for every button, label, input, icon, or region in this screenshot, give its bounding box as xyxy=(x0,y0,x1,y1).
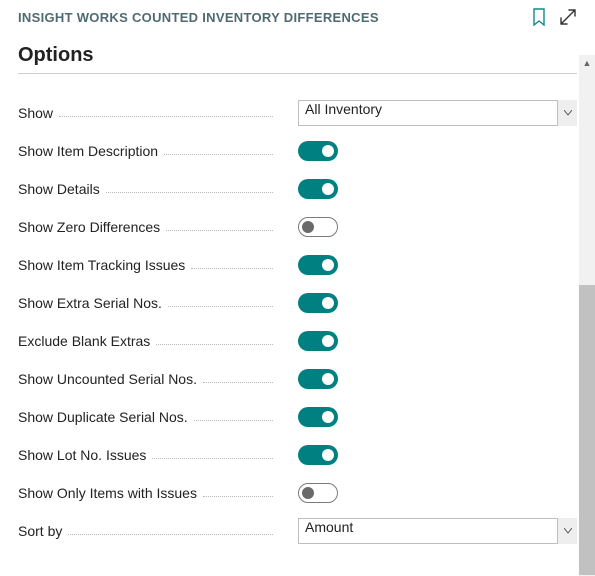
bookmark-icon[interactable] xyxy=(531,8,547,26)
row-show-details: Show Details xyxy=(18,170,577,208)
leader-dots xyxy=(152,458,273,459)
label-show-item-tracking-issues: Show Item Tracking Issues xyxy=(18,257,273,273)
leader-dots xyxy=(168,306,273,307)
toggle-show-only-items-with-issues[interactable] xyxy=(298,483,338,503)
leader-dots xyxy=(203,382,273,383)
row-sort-by: Sort by Amount xyxy=(18,512,577,550)
toggle-show-item-tracking-issues[interactable] xyxy=(298,255,338,275)
label-show-duplicate-serial-nos: Show Duplicate Serial Nos. xyxy=(18,409,273,425)
label-show-details: Show Details xyxy=(18,181,273,197)
leader-dots xyxy=(203,496,273,497)
toggle-exclude-blank-extras[interactable] xyxy=(298,331,338,351)
vertical-scrollbar[interactable]: ▲ xyxy=(579,55,595,576)
row-show-uncounted-serial-nos: Show Uncounted Serial Nos. xyxy=(18,360,577,398)
leader-dots xyxy=(68,534,273,535)
sort-by-select[interactable]: Amount xyxy=(298,518,577,544)
label-show-zero-differences: Show Zero Differences xyxy=(18,219,273,235)
toggle-show-item-description[interactable] xyxy=(298,141,338,161)
scrollbar-thumb[interactable] xyxy=(579,285,595,575)
leader-dots xyxy=(164,154,273,155)
page-title: INSIGHT WORKS COUNTED INVENTORY DIFFEREN… xyxy=(18,10,379,25)
show-select[interactable]: All Inventory xyxy=(298,100,577,126)
leader-dots xyxy=(194,420,273,421)
control-show: All Inventory xyxy=(273,100,577,126)
row-show-duplicate-serial-nos: Show Duplicate Serial Nos. xyxy=(18,398,577,436)
toggle-show-zero-differences[interactable] xyxy=(298,217,338,237)
row-show-only-items-with-issues: Show Only Items with Issues xyxy=(18,474,577,512)
row-show-item-description: Show Item Description xyxy=(18,132,577,170)
toggle-show-uncounted-serial-nos[interactable] xyxy=(298,369,338,389)
row-show: Show All Inventory xyxy=(18,94,577,132)
section-title-options: Options xyxy=(18,44,577,74)
label-show-only-items-with-issues: Show Only Items with Issues xyxy=(18,485,273,501)
control-sort-by: Amount xyxy=(273,518,577,544)
leader-dots xyxy=(166,230,273,231)
scroll-up-icon[interactable]: ▲ xyxy=(579,55,595,71)
leader-dots xyxy=(156,344,273,345)
leader-dots xyxy=(59,116,273,117)
row-show-item-tracking-issues: Show Item Tracking Issues xyxy=(18,246,577,284)
row-show-zero-differences: Show Zero Differences xyxy=(18,208,577,246)
expand-icon[interactable] xyxy=(559,8,577,26)
options-table: Show All Inventory Show Item Description… xyxy=(18,94,577,550)
row-exclude-blank-extras: Exclude Blank Extras xyxy=(18,322,577,360)
leader-dots xyxy=(191,268,273,269)
row-show-extra-serial-nos: Show Extra Serial Nos. xyxy=(18,284,577,322)
label-show: Show xyxy=(18,105,273,121)
label-exclude-blank-extras: Exclude Blank Extras xyxy=(18,333,273,349)
label-sort-by: Sort by xyxy=(18,523,273,539)
label-show-lot-no-issues: Show Lot No. Issues xyxy=(18,447,273,463)
toggle-show-lot-no-issues[interactable] xyxy=(298,445,338,465)
label-show-uncounted-serial-nos: Show Uncounted Serial Nos. xyxy=(18,371,273,387)
label-show-item-description: Show Item Description xyxy=(18,143,273,159)
toggle-show-extra-serial-nos[interactable] xyxy=(298,293,338,313)
toggle-show-duplicate-serial-nos[interactable] xyxy=(298,407,338,427)
toggle-show-details[interactable] xyxy=(298,179,338,199)
content-area: Options Show All Inventory Show Item Des… xyxy=(0,30,595,568)
header-actions xyxy=(531,8,577,26)
leader-dots xyxy=(106,192,273,193)
row-show-lot-no-issues: Show Lot No. Issues xyxy=(18,436,577,474)
label-show-extra-serial-nos: Show Extra Serial Nos. xyxy=(18,295,273,311)
page-header: INSIGHT WORKS COUNTED INVENTORY DIFFEREN… xyxy=(0,0,595,30)
